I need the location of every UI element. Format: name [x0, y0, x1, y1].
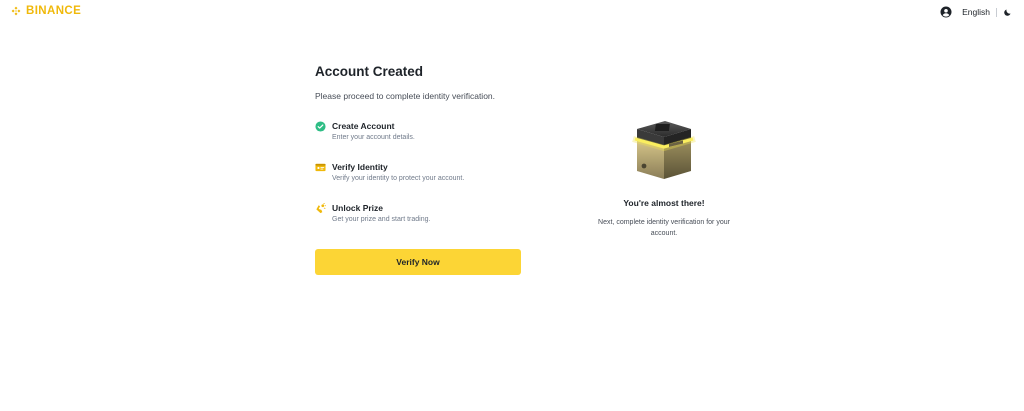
step-text: Create Account Enter your account detail…: [332, 120, 415, 143]
brand-logo[interactable]: BINANCE: [10, 5, 81, 17]
header-divider: [996, 7, 997, 17]
page-title: Account Created: [315, 64, 424, 79]
step-title: Create Account: [332, 121, 395, 131]
step-description: Verify your identity to protect your acc…: [332, 175, 465, 182]
account-created-panel: Account Created Please proceed to comple…: [315, 63, 521, 275]
page-subtitle: Please proceed to complete identity veri…: [315, 91, 496, 101]
step-text: Unlock Prize Get your prize and start tr…: [332, 202, 430, 225]
top-bar: BINANCE English: [0, 0, 1024, 24]
user-circle-icon[interactable]: [940, 6, 952, 18]
brand-name: BINANCE: [26, 5, 82, 17]
progress-illustration-panel: You're almost there! Next, complete iden…: [580, 116, 748, 239]
step-create-account: Create Account Enter your account detail…: [315, 120, 521, 161]
check-circle-icon: [315, 121, 326, 132]
step-description: Enter your account details.: [332, 134, 415, 141]
prize-icon: [316, 203, 326, 214]
id-card-icon: [315, 163, 326, 172]
step-title: Verify Identity: [332, 162, 388, 172]
step-verify-identity: Verify Identity Verify your identity to …: [315, 161, 521, 202]
step-description: Get your prize and start trading.: [332, 216, 431, 223]
language-selector[interactable]: English: [962, 7, 990, 17]
moon-icon[interactable]: [1003, 8, 1012, 17]
header-actions: English: [940, 5, 1012, 19]
step-unlock-prize: Unlock Prize Get your prize and start tr…: [315, 202, 521, 243]
binance-logo-icon: [11, 6, 21, 16]
step-title: Unlock Prize: [332, 203, 384, 213]
verify-now-button[interactable]: Verify Now: [315, 249, 521, 275]
next-step-message: Next, complete identity verification for…: [598, 219, 730, 237]
glowing-box-illustration: [632, 121, 696, 179]
almost-there-heading: You're almost there!: [623, 198, 705, 208]
step-text: Verify Identity Verify your identity to …: [332, 161, 464, 184]
onboarding-steps: Create Account Enter your account detail…: [315, 120, 521, 243]
